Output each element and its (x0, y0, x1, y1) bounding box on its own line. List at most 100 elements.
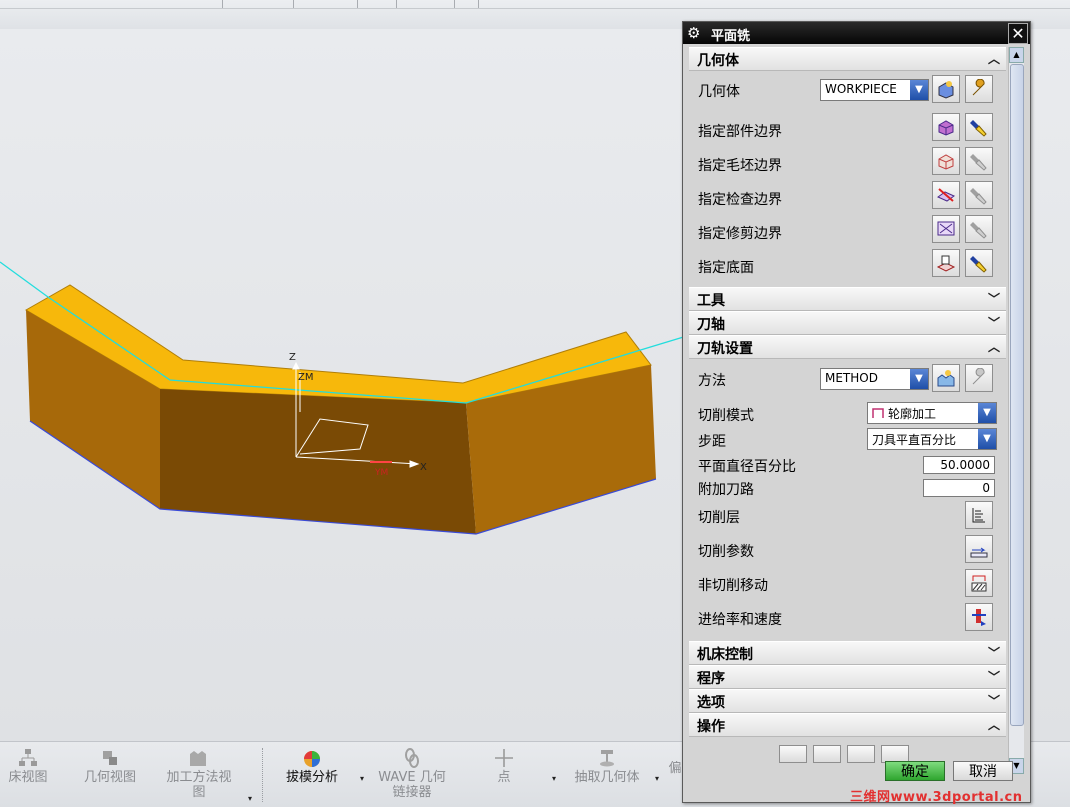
profile-cut-icon (872, 408, 884, 418)
machine-view-button[interactable]: 床视图 (0, 742, 56, 807)
method-view-button[interactable]: 加工方法视 图 (155, 742, 243, 807)
chevron-down-icon[interactable]: ▾ (248, 794, 252, 803)
trim-boundary-button[interactable] (932, 215, 960, 243)
check-boundary-icon (936, 188, 956, 202)
new-method-button[interactable] (932, 364, 960, 392)
tree-icon (19, 749, 37, 766)
triad-x-label: X (420, 462, 427, 473)
stepover-select[interactable]: 刀具平直百分比 ▼ (867, 428, 997, 450)
triad-zm-label: ZM (298, 372, 313, 383)
part-boundary-button[interactable] (932, 113, 960, 141)
geometry-select[interactable]: WORKPIECE ▼ (820, 79, 929, 101)
section-actions[interactable]: 操作 ︿ (689, 713, 1006, 737)
draft-analysis-button[interactable]: 拔模分析 (272, 742, 352, 807)
non-cut-moves-label: 非切削移动 (698, 578, 768, 594)
show-part-boundary-button[interactable] (965, 113, 993, 141)
cut-levels-button[interactable] (965, 501, 993, 529)
cut-levels-label: 切削层 (698, 510, 740, 526)
chevron-down-icon: ▼ (978, 403, 996, 423)
floor-button[interactable] (932, 249, 960, 277)
method-select-value: METHOD (825, 371, 878, 385)
feeds-speeds-icon (972, 609, 986, 626)
chevron-down-icon: ▼ (910, 369, 928, 389)
chevron-down-icon[interactable]: ▾ (655, 774, 659, 783)
section-tool-axis[interactable]: 刀轴 ﹀ (689, 311, 1006, 335)
stepover-select-value: 刀具平直百分比 (872, 433, 957, 447)
geometry-view-button[interactable]: 几何视图 (72, 742, 148, 807)
new-geometry-button[interactable] (932, 75, 960, 103)
extra-passes-input[interactable]: 0 (923, 479, 995, 497)
verify-button[interactable] (847, 745, 875, 763)
point-button[interactable]: 点 (478, 742, 530, 807)
check-boundary-button[interactable] (932, 181, 960, 209)
toolbar-separator (262, 748, 264, 802)
percent-diameter-input[interactable]: 50.0000 (923, 456, 995, 474)
show-blank-boundary-button[interactable] (965, 147, 993, 175)
extract-geometry-button[interactable]: 抽取几何体 (562, 742, 652, 807)
feeds-speeds-button[interactable] (965, 603, 993, 631)
cut-mode-select-value: 轮廓加工 (888, 407, 937, 421)
percent-diameter-label: 平面直径百分比 (698, 459, 796, 475)
scrollbar-thumb[interactable] (1010, 64, 1024, 726)
gear-icon[interactable]: ⚙ (687, 23, 700, 43)
part-boundary-icon (938, 120, 954, 136)
method-view-icon (190, 751, 206, 766)
floor-label: 指定底面 (698, 260, 754, 276)
chevron-down-icon[interactable]: ▾ (552, 774, 556, 783)
section-path-settings[interactable]: 刀轨设置 ︿ (689, 335, 1006, 359)
section-tool[interactable]: 工具 ﹀ (689, 287, 1006, 311)
extract-geometry-icon (600, 750, 614, 767)
section-options[interactable]: 选项 ﹀ (689, 689, 1006, 713)
ok-button[interactable]: 确定 (885, 761, 945, 781)
cut-mode-label: 切削模式 (698, 408, 754, 424)
cancel-button[interactable]: 取消 (953, 761, 1013, 781)
cut-params-icon (970, 547, 988, 558)
feeds-speeds-label: 进给率和速度 (698, 612, 782, 628)
cut-levels-icon (972, 508, 985, 523)
wrench-icon (972, 79, 985, 96)
generate-button[interactable] (779, 745, 807, 763)
replay-button[interactable] (813, 745, 841, 763)
floor-icon (936, 255, 956, 272)
close-button[interactable]: ✕ (1008, 23, 1028, 44)
section-machine-control[interactable]: 机床控制 ﹀ (689, 641, 1006, 665)
section-machine-title: 机床控制 (697, 647, 753, 663)
section-path-title: 刀轨设置 (697, 341, 753, 357)
cut-params-button[interactable] (965, 535, 993, 563)
geometry-view-label: 几何视图 (83, 770, 136, 785)
new-method-icon (937, 370, 955, 387)
part-boundary-label: 指定部件边界 (698, 124, 782, 140)
section-axis-title: 刀轴 (697, 317, 725, 333)
method-select[interactable]: METHOD ▼ (820, 368, 929, 390)
blank-boundary-label: 指定毛坯边界 (698, 158, 782, 174)
wave-linker-button[interactable]: WAVE 几何 链接器 (370, 742, 454, 807)
blank-boundary-icon (938, 154, 954, 170)
flashlight-icon (970, 256, 987, 273)
show-floor-button[interactable] (965, 249, 993, 277)
scroll-up-icon[interactable]: ▲ (1009, 47, 1024, 63)
edit-method-button[interactable] (965, 364, 993, 392)
show-check-boundary-button[interactable] (965, 181, 993, 209)
dialog-scrollbar[interactable]: ▲ ▼ (1008, 47, 1024, 774)
chevron-down-icon[interactable]: ▾ (360, 774, 364, 783)
dialog-title: 平面铣 (711, 29, 751, 44)
chevron-down-icon: ▼ (910, 80, 928, 100)
non-cut-moves-button[interactable] (965, 569, 993, 597)
section-geometry-title: 几何体 (697, 53, 739, 69)
cut-mode-select[interactable]: 轮廓加工 ▼ (867, 402, 997, 424)
watermark: 三维网www.3dportal.cn (850, 790, 1023, 805)
section-program[interactable]: 程序 ﹀ (689, 665, 1006, 689)
chevron-down-icon: ﹀ (987, 670, 1000, 684)
blank-boundary-button[interactable] (932, 147, 960, 175)
show-trim-boundary-button[interactable] (965, 215, 993, 243)
triad-z-label: Z (289, 352, 296, 363)
dialog-titlebar[interactable]: ⚙ 平面铣 ✕ (683, 22, 1030, 44)
edit-geometry-button[interactable] (965, 75, 993, 103)
section-geometry[interactable]: 几何体 ︿ (689, 47, 1006, 71)
offset-button[interactable]: 偏 (668, 761, 682, 801)
non-cut-moves-icon (971, 575, 987, 592)
geometry-label: 几何体 (698, 84, 740, 100)
new-geometry-icon (938, 81, 954, 99)
flashlight-icon (970, 120, 987, 137)
wave-linker-label: WAVE 几何 链接器 (378, 770, 446, 800)
